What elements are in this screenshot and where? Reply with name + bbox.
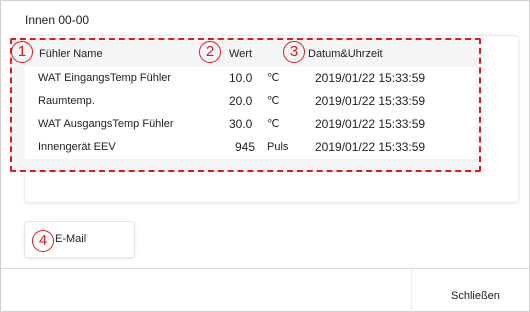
annotation-badge-1: 1: [11, 41, 33, 63]
sensor-dialog: Innen 00-00 Fühler Name Wert Datum&Uhrze…: [0, 0, 530, 312]
annotation-badge-4: 4: [32, 230, 54, 252]
annotation-frame: [10, 38, 481, 172]
close-button-label: Schließen: [451, 290, 500, 302]
dialog-title: Innen 00-00: [25, 13, 90, 27]
annotation-badge-2: 2: [199, 41, 221, 63]
email-button-label: E-Mail: [55, 233, 87, 245]
annotation-badge-3: 3: [283, 41, 305, 63]
